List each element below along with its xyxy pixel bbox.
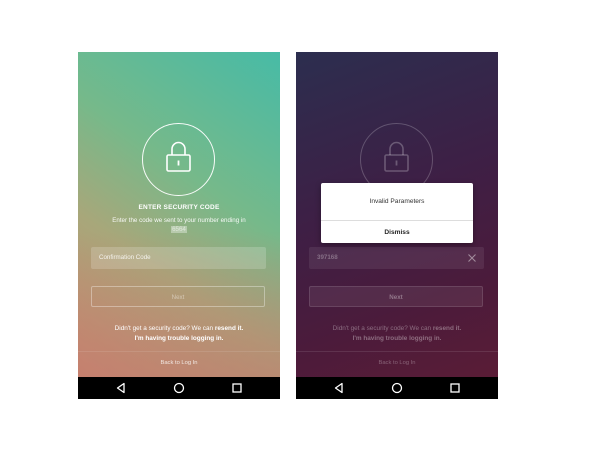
- resend-link[interactable]: resend it.: [433, 325, 461, 332]
- phone-security-code-screen: ENTER SECURITY CODE Enter the code we se…: [78, 52, 280, 399]
- confirmation-code-value: 397168: [317, 254, 338, 261]
- screen-background: 397168 Next Didn't get a security code? …: [296, 52, 498, 377]
- lock-circle: [142, 123, 215, 196]
- recent-apps-square-icon[interactable]: [449, 382, 461, 394]
- back-to-login-link[interactable]: Back to Log In: [296, 360, 498, 366]
- next-button[interactable]: Next: [309, 286, 483, 307]
- masked-phone-digits: 6564: [171, 226, 187, 233]
- page-title: ENTER SECURITY CODE: [138, 204, 220, 211]
- trouble-logging-in-link[interactable]: I'm having trouble logging in.: [353, 335, 442, 342]
- help-text: Didn't get a security code? We can resen…: [296, 324, 498, 344]
- resend-link[interactable]: resend it.: [215, 325, 243, 332]
- dismiss-button[interactable]: Dismiss: [321, 221, 473, 243]
- dialog-message: Invalid Parameters: [369, 198, 425, 205]
- home-circle-icon[interactable]: [391, 382, 403, 394]
- phone-invalid-parameters-screen: 397168 Next Didn't get a security code? …: [296, 52, 498, 399]
- back-triangle-icon[interactable]: [333, 382, 345, 394]
- help-line: Didn't get a security code? We can: [114, 325, 214, 332]
- close-icon[interactable]: [466, 252, 478, 264]
- divider: [78, 351, 280, 352]
- confirmation-code-input[interactable]: Confirmation Code: [91, 247, 266, 269]
- subtitle-text: Enter the code we sent to your number en…: [112, 217, 246, 224]
- back-triangle-icon[interactable]: [115, 382, 127, 394]
- screen-background: ENTER SECURITY CODE Enter the code we se…: [78, 52, 280, 377]
- trouble-logging-in-link[interactable]: I'm having trouble logging in.: [135, 335, 224, 342]
- android-nav-bar: [296, 377, 498, 399]
- lock-icon: [166, 141, 191, 172]
- lock-icon: [384, 141, 409, 172]
- recent-apps-square-icon[interactable]: [231, 382, 243, 394]
- confirmation-code-input[interactable]: 397168: [309, 247, 484, 269]
- divider: [296, 351, 498, 352]
- page-subtitle: Enter the code we sent to your number en…: [96, 216, 262, 234]
- home-circle-icon[interactable]: [173, 382, 185, 394]
- help-text: Didn't get a security code? We can resen…: [78, 324, 280, 344]
- confirmation-code-placeholder: Confirmation Code: [99, 254, 151, 261]
- next-button[interactable]: Next: [91, 286, 265, 307]
- error-dialog: Invalid Parameters Dismiss: [321, 183, 473, 243]
- back-to-login-link[interactable]: Back to Log In: [78, 360, 280, 366]
- help-line: Didn't get a security code? We can: [332, 325, 432, 332]
- android-nav-bar: [78, 377, 280, 399]
